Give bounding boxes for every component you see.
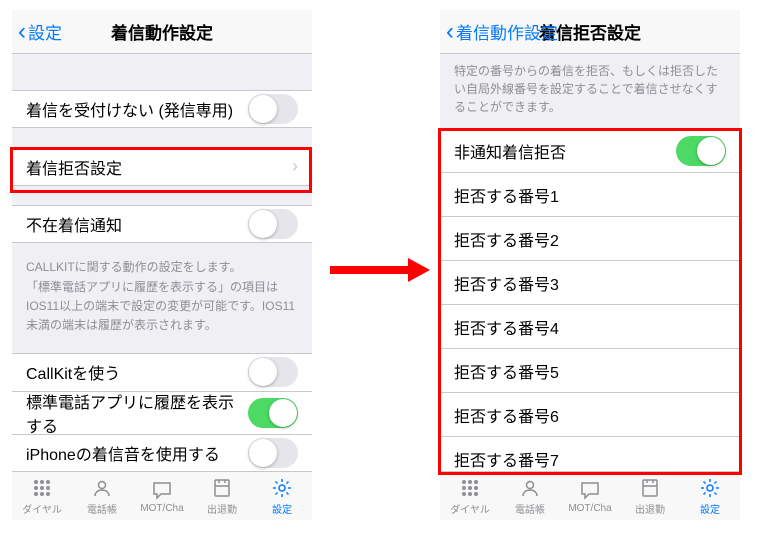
callkit-note: CALLKITに関する動作の設定をします。 「標準電話アプリに履歴を表示する」の…: [12, 242, 312, 353]
row-label: 不在着信通知: [26, 212, 122, 236]
tabbar: ダイヤル 電話帳 MOT/Cha 出退勤 設定: [440, 471, 740, 520]
row-use-callkit[interactable]: CallKitを使う: [12, 353, 312, 391]
tab-dial[interactable]: ダイヤル: [440, 472, 500, 520]
tab-label: ダイヤル: [22, 501, 62, 516]
row-block-number[interactable]: 拒否する番号1: [440, 173, 740, 217]
toggle-anonymous-reject[interactable]: [676, 136, 726, 166]
row-block-number[interactable]: 拒否する番号7: [440, 437, 740, 471]
tab-label: 電話帳: [87, 501, 117, 516]
tab-label: 設定: [700, 501, 720, 516]
toggle-reject-all[interactable]: [248, 94, 298, 124]
row-block-settings[interactable]: 着信拒否設定 ›: [12, 147, 312, 185]
chat-icon: [579, 478, 601, 502]
tab-label: 出退勤: [207, 501, 237, 516]
tab-label: MOT/Cha: [140, 503, 183, 514]
chevron-left-icon: ‹: [446, 20, 454, 44]
chat-icon: [151, 478, 173, 502]
row-label: 非通知着信拒否: [454, 139, 566, 163]
row-label: 拒否する番号4: [454, 315, 559, 339]
toggle-show-history[interactable]: [248, 398, 298, 428]
tab-attendance[interactable]: 出退勤: [620, 472, 680, 520]
tab-settings[interactable]: 設定: [252, 472, 312, 520]
row-label: iPhoneの着信音を使用する: [26, 441, 220, 465]
row-label: 標準電話アプリに履歴を表示する: [26, 389, 248, 437]
row-anonymous-reject[interactable]: 非通知着信拒否: [440, 129, 740, 173]
row-label: 拒否する番号7: [454, 447, 559, 471]
content: 着信を受付けない (発信専用) 着信拒否設定 › 不在着信通知 CALLKITに…: [12, 54, 312, 471]
back-label: 着信動作設定: [456, 19, 558, 44]
gear-icon: [271, 476, 293, 500]
row-show-history[interactable]: 標準電話アプリに履歴を表示する: [12, 391, 312, 435]
dialpad-icon: [459, 476, 481, 500]
navbar: ‹ 設定 着信動作設定: [12, 10, 312, 54]
section-description: 特定の番号からの着信を拒否、もしくは拒否したい自局外線番号を設定することで着信さ…: [440, 54, 740, 128]
row-block-number[interactable]: 拒否する番号6: [440, 393, 740, 437]
toggle-use-callkit[interactable]: [248, 357, 298, 387]
tab-dial[interactable]: ダイヤル: [12, 472, 72, 520]
navbar: ‹ 着信動作設定 着信拒否設定: [440, 10, 740, 54]
tab-motcha[interactable]: MOT/Cha: [560, 472, 620, 520]
attendance-icon: [211, 476, 233, 500]
row-label: 着信拒否設定: [26, 155, 122, 179]
contacts-icon: [91, 476, 113, 500]
annotation-arrow-icon: [330, 258, 430, 282]
row-label: CallKitを使う: [26, 360, 120, 384]
back-button[interactable]: ‹ 着信動作設定: [446, 19, 558, 44]
screen-incoming-settings: ‹ 設定 着信動作設定 着信を受付けない (発信専用) 着信拒否設定 › 不在着…: [12, 10, 312, 520]
tabbar: ダイヤル 電話帳 MOT/Cha 出退勤 設定: [12, 471, 312, 520]
row-label: 拒否する番号5: [454, 359, 559, 383]
chevron-left-icon: ‹: [18, 20, 26, 44]
row-label: 拒否する番号6: [454, 403, 559, 427]
tab-label: ダイヤル: [450, 501, 490, 516]
row-block-number[interactable]: 拒否する番号5: [440, 349, 740, 393]
content: 特定の番号からの着信を拒否、もしくは拒否したい自局外線番号を設定することで着信さ…: [440, 54, 740, 471]
row-block-number[interactable]: 拒否する番号4: [440, 305, 740, 349]
contacts-icon: [519, 476, 541, 500]
tab-contacts[interactable]: 電話帳: [72, 472, 132, 520]
toggle-use-ringtone[interactable]: [248, 438, 298, 468]
row-label: 拒否する番号3: [454, 271, 559, 295]
block-list-group: 非通知着信拒否 拒否する番号1 拒否する番号2 拒否する番号3 拒否する番号4 …: [440, 128, 740, 471]
row-label: 拒否する番号1: [454, 183, 559, 207]
row-label: 着信を受付けない (発信専用): [26, 97, 233, 121]
tab-label: 出退勤: [635, 501, 665, 516]
tab-label: 設定: [272, 501, 292, 516]
row-block-number[interactable]: 拒否する番号2: [440, 217, 740, 261]
tab-label: MOT/Cha: [568, 503, 611, 514]
page-title: 着信動作設定: [111, 19, 213, 44]
row-reject-all[interactable]: 着信を受付けない (発信専用): [12, 90, 312, 128]
tab-label: 電話帳: [515, 501, 545, 516]
tab-contacts[interactable]: 電話帳: [500, 472, 560, 520]
screen-block-settings: ‹ 着信動作設定 着信拒否設定 特定の番号からの着信を拒否、もしくは拒否したい自…: [440, 10, 740, 520]
tab-motcha[interactable]: MOT/Cha: [132, 472, 192, 520]
back-label: 設定: [28, 19, 62, 44]
row-missed-notice[interactable]: 不在着信通知: [12, 205, 312, 243]
chevron-right-icon: ›: [292, 156, 298, 177]
tab-settings[interactable]: 設定: [680, 472, 740, 520]
dialpad-icon: [31, 476, 53, 500]
gear-icon: [699, 476, 721, 500]
attendance-icon: [639, 476, 661, 500]
tab-attendance[interactable]: 出退勤: [192, 472, 252, 520]
row-label: 拒否する番号2: [454, 227, 559, 251]
back-button[interactable]: ‹ 設定: [18, 19, 62, 44]
row-block-number[interactable]: 拒否する番号3: [440, 261, 740, 305]
toggle-missed-notice[interactable]: [248, 209, 298, 239]
row-use-ringtone[interactable]: iPhoneの着信音を使用する: [12, 434, 312, 471]
